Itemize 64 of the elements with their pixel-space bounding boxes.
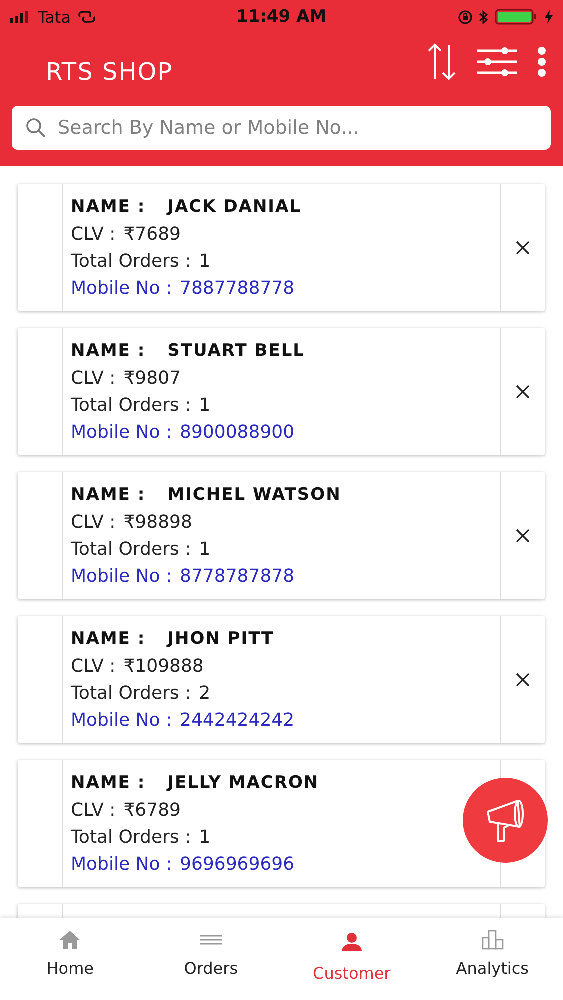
- clv-value: ₹98898: [124, 511, 192, 535]
- name-label: NAME :: [71, 340, 146, 363]
- nav-tab[interactable]: Analytics: [422, 918, 563, 1000]
- clv-value: ₹9807: [124, 367, 181, 391]
- mobile-label: Mobile No :: [71, 853, 172, 877]
- mobile-label: Mobile No :: [71, 565, 172, 589]
- orders-count: 1: [199, 250, 211, 274]
- mobile-label: Mobile No :: [71, 277, 172, 301]
- nav-tab[interactable]: Orders: [140, 918, 282, 1000]
- mobile-number[interactable]: 8900088900: [180, 419, 295, 446]
- name-label: NAME :: [71, 628, 146, 651]
- orders-count: 1: [199, 538, 211, 562]
- orders-label: Total Orders :: [71, 538, 192, 562]
- close-icon[interactable]: [516, 240, 530, 254]
- person-icon: [340, 932, 363, 952]
- sort-icon[interactable]: [427, 43, 457, 81]
- clv-label: CLV :: [71, 655, 116, 679]
- mobile-label: Mobile No :: [71, 709, 172, 733]
- name-label: NAME :: [71, 196, 146, 219]
- orders-count: 1: [199, 826, 211, 850]
- orders-label: Total Orders :: [71, 250, 192, 274]
- clv-value: ₹7689: [124, 223, 181, 247]
- bar-chart-icon: [482, 930, 504, 950]
- close-icon[interactable]: [516, 384, 530, 398]
- mobile-number[interactable]: 8778787878: [180, 563, 295, 590]
- mobile-number[interactable]: 9696969696: [180, 851, 295, 878]
- battery-icon: [495, 9, 539, 25]
- customer-name: JHON PITT: [168, 628, 274, 651]
- nav-tab[interactable]: Home: [0, 918, 141, 1000]
- orders-label: Total Orders :: [71, 826, 192, 850]
- customer-name: STUART BELL: [168, 340, 305, 363]
- charging-icon: [545, 10, 553, 24]
- name-label: NAME :: [71, 772, 146, 795]
- mobile-number[interactable]: 7887788778: [180, 275, 295, 302]
- clock-time: 11:49 AM: [236, 7, 327, 27]
- clv-value: ₹109888: [124, 655, 204, 679]
- link-icon: [77, 10, 98, 24]
- mobile-number[interactable]: 2442424242: [180, 707, 295, 734]
- home-icon: [59, 930, 82, 950]
- close-icon[interactable]: [516, 528, 530, 542]
- bluetooth-icon: [479, 10, 489, 24]
- more-icon[interactable]: [537, 47, 547, 77]
- clv-label: CLV :: [71, 799, 116, 823]
- orders-label: Total Orders :: [71, 682, 192, 706]
- nav-tab[interactable]: Customer: [282, 918, 422, 1000]
- mobile-label: Mobile No :: [71, 421, 172, 445]
- rotation-lock-icon: [458, 10, 473, 24]
- customer-name: JACK DANIAL: [168, 196, 302, 219]
- clv-label: CLV :: [71, 511, 116, 535]
- search-icon: [26, 118, 46, 138]
- orders-label: Total Orders :: [71, 394, 192, 418]
- search-field[interactable]: Search By Name or Mobile No...: [12, 106, 551, 150]
- orders-count: 2: [199, 682, 211, 706]
- carrier-name: Tata: [38, 8, 72, 26]
- clv-value: ₹6789: [124, 799, 181, 823]
- orders-count: 1: [199, 394, 211, 418]
- filter-icon[interactable]: [477, 47, 517, 77]
- app-title: RTS SHOP: [46, 58, 174, 86]
- customer-name: MICHEL WATSON: [168, 484, 342, 507]
- customer-name: JELLY MACRON: [168, 772, 320, 795]
- clv-label: CLV :: [71, 223, 116, 247]
- clv-label: CLV :: [71, 367, 116, 391]
- name-label: NAME :: [71, 484, 146, 507]
- close-icon[interactable]: [516, 672, 530, 686]
